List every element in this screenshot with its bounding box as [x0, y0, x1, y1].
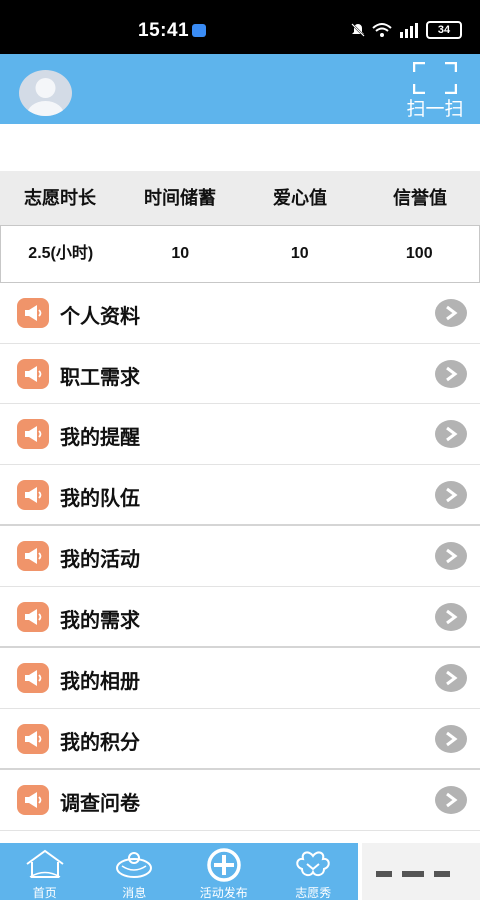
- stat-value-time-savings: 10: [171, 245, 190, 262]
- tab-home[interactable]: 首页: [0, 843, 90, 900]
- chevron-right-icon: [435, 602, 467, 631]
- menu-item-label: 个人资料: [60, 306, 140, 328]
- megaphone-icon: [17, 541, 49, 571]
- chevron-right-icon: [435, 724, 467, 753]
- tab-label: 消息: [122, 886, 147, 900]
- megaphone-icon: [17, 601, 49, 632]
- scan-button[interactable]: 扫一扫: [402, 60, 468, 120]
- battery-indicator: 34: [426, 21, 462, 39]
- chat-notification-icon: [192, 24, 206, 37]
- megaphone-icon: [17, 479, 49, 510]
- menu-item-label: 职工需求: [60, 366, 140, 389]
- menu-item[interactable]: 我的积分: [0, 709, 480, 770]
- menu-list: 个人资料职工需求我的提醒我的队伍我的活动我的需求我的相册我的积分调查问卷: [0, 283, 480, 831]
- megaphone-icon: [17, 298, 49, 328]
- tab-messages[interactable]: 消息: [90, 843, 180, 900]
- menu-item-label: 调查问卷: [60, 793, 140, 815]
- megaphone-icon: [17, 358, 49, 389]
- stat-header-love-value: 爱心值: [273, 188, 327, 208]
- menu-item-label: 我的队伍: [60, 487, 140, 510]
- mute-icon: [351, 23, 365, 37]
- stat-value-love-value: 10: [290, 245, 309, 262]
- tab-volunteer-show[interactable]: 志愿秀: [269, 843, 359, 900]
- menu-item-label: 我的需求: [60, 609, 140, 632]
- menu-item-label: 我的相册: [60, 671, 140, 693]
- tab-publish-activity[interactable]: 活动发布: [179, 843, 269, 900]
- menu-item-label: 我的提醒: [60, 427, 140, 449]
- stat-header-volunteer-hours: 志愿时长: [24, 188, 96, 208]
- menu-item-label: 我的积分: [60, 731, 140, 754]
- wifi-icon: [372, 23, 392, 37]
- tab-label: 志愿秀: [295, 886, 332, 900]
- menu-item[interactable]: 我的相册: [0, 648, 480, 709]
- chevron-right-icon: [435, 786, 467, 814]
- house-icon: [26, 849, 64, 878]
- stat-header-time-savings: 时间储蓄: [144, 188, 216, 208]
- menu-item[interactable]: 我的活动: [0, 526, 480, 587]
- status-bar: 15:41 34: [0, 0, 480, 54]
- plus-circle-icon: [207, 848, 241, 882]
- menu-item[interactable]: 职工需求: [0, 344, 480, 404]
- megaphone-icon: [17, 663, 49, 693]
- status-time: 15:41: [138, 20, 190, 41]
- user-silhouette-icon: [26, 78, 65, 116]
- menu-item[interactable]: 我的队伍: [0, 465, 480, 526]
- stats-header-row: 志愿时长 时间储蓄 爱心值 信誉值: [0, 171, 480, 225]
- tab-label: 首页: [32, 886, 57, 900]
- stat-value-credit-value: 100: [405, 245, 433, 262]
- chevron-right-icon: [435, 542, 467, 570]
- chevron-right-icon: [435, 359, 467, 388]
- chevron-right-icon: [435, 420, 467, 448]
- scan-label: 扫一扫: [406, 99, 464, 120]
- avatar[interactable]: [19, 70, 72, 116]
- menu-item[interactable]: 我的需求: [0, 587, 480, 648]
- chevron-right-icon: [435, 299, 467, 327]
- volunteer-icon: [296, 851, 330, 877]
- megaphone-icon: [17, 785, 49, 815]
- stats-value-row: 2.5(小时) 10 10 100: [0, 225, 480, 283]
- chevron-right-icon: [435, 480, 467, 509]
- megaphone-icon: [17, 723, 49, 754]
- menu-item-label: 我的活动: [60, 549, 140, 571]
- menu-item[interactable]: 我的提醒: [0, 404, 480, 465]
- corner-overlay: [362, 843, 480, 900]
- stat-value-volunteer-hours: 2.5(小时): [28, 245, 94, 262]
- status-icons: 34: [350, 21, 462, 39]
- menu-item[interactable]: 个人资料: [0, 283, 480, 344]
- message-icon: [116, 852, 153, 878]
- tab-label: 活动发布: [199, 886, 248, 900]
- chevron-right-icon: [435, 664, 467, 692]
- signal-icon: [400, 23, 418, 38]
- scan-frame-icon: [413, 62, 457, 94]
- tab-bar: 首页 消息 活动发布 志愿秀: [0, 843, 358, 900]
- stat-header-credit-value: 信誉值: [393, 188, 447, 208]
- menu-item[interactable]: 调查问卷: [0, 770, 480, 831]
- megaphone-icon: [17, 419, 49, 449]
